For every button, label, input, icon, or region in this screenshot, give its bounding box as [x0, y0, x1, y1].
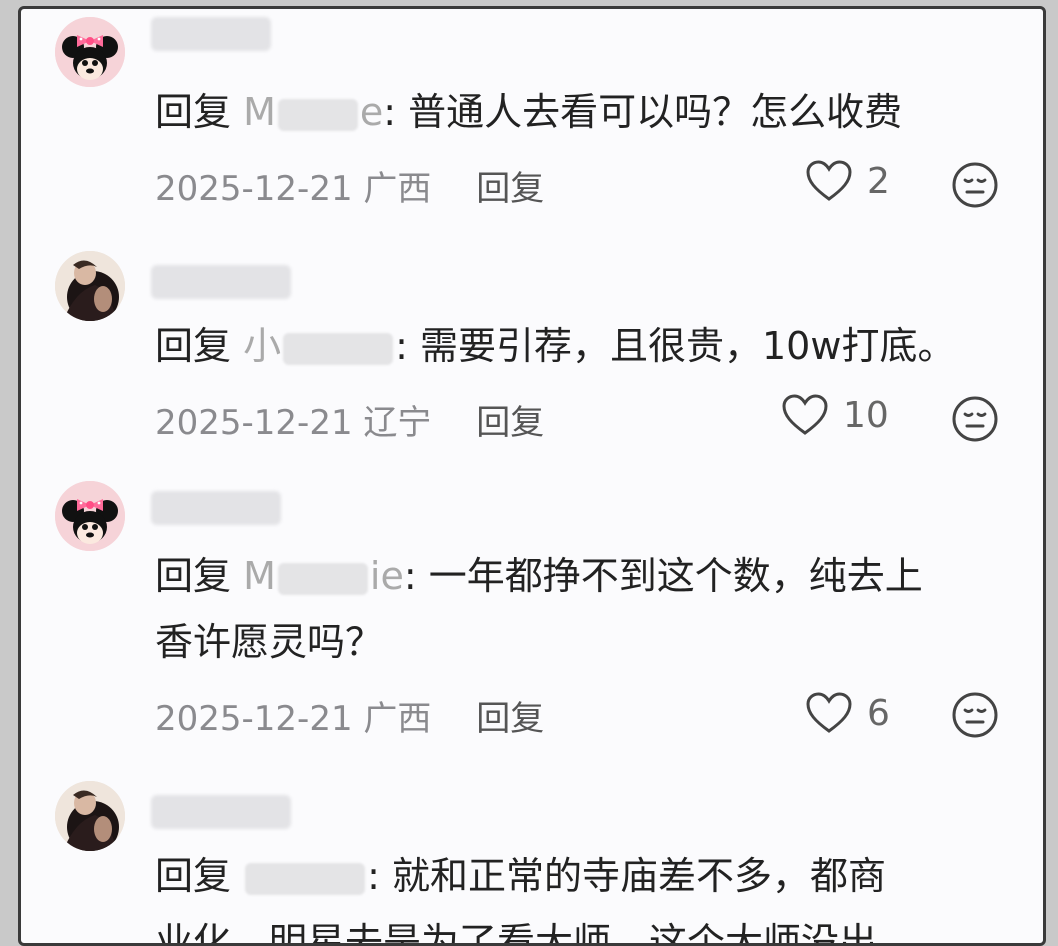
like-button[interactable]: 2 — [805, 159, 890, 203]
comment-body: 回复 : 就和正常的寺庙差不多，都商 业化，明星去是为了看大师，这个大师没出 — [155, 843, 1005, 946]
comment-body: 回复 小 : 需要引荐，且很贵，10w打底。 — [155, 313, 1005, 379]
comment-text-line2: 香许愿灵吗？ — [155, 620, 384, 664]
mention-start[interactable]: M — [243, 554, 276, 598]
comment-text-line2: 业化，明星去是为了看大师，这个大师没出 — [155, 920, 878, 946]
heart-outline-icon — [781, 393, 829, 437]
reply-prefix: 回复 — [155, 854, 232, 898]
mention-blurred[interactable] — [277, 98, 358, 131]
comment-text: : 普通人去看可以吗？怎么收费 — [383, 90, 903, 134]
comment-text-line1: : 一年都挣不到这个数，纯去上 — [403, 554, 923, 598]
comment-date: 2025-12-21 — [155, 403, 353, 443]
comment-body: 回复 Me: 普通人去看可以吗？怎么收费 — [155, 79, 1005, 145]
comment-meta: 2025-12-21 辽宁 回复 — [155, 395, 544, 444]
reply-button[interactable]: 回复 — [476, 699, 544, 739]
minnie-avatar[interactable] — [55, 17, 125, 87]
neutral-face-icon[interactable] — [951, 161, 999, 209]
comment-date: 2025-12-21 — [155, 699, 353, 739]
comment-text-line1: : 就和正常的寺庙差不多，都商 — [367, 854, 886, 898]
mention-end[interactable]: ie — [370, 554, 404, 598]
mention-start[interactable]: M — [243, 90, 276, 134]
comment-region: 辽宁 — [363, 403, 432, 443]
comment-body: 回复 Mie: 一年都挣不到这个数，纯去上 香许愿灵吗？ — [155, 543, 1005, 675]
username-blurred[interactable] — [151, 491, 281, 525]
reply-prefix: 回复 — [155, 554, 232, 598]
like-button[interactable]: 6 — [805, 691, 890, 735]
username-blurred[interactable] — [151, 17, 271, 51]
like-button[interactable]: 10 — [781, 393, 889, 437]
neutral-face-icon[interactable] — [951, 395, 999, 443]
mention-end[interactable]: e — [360, 90, 383, 134]
heart-outline-icon — [805, 691, 853, 735]
reply-prefix: 回复 — [155, 90, 232, 134]
comment-region: 广西 — [363, 169, 432, 209]
reply-prefix: 回复 — [155, 324, 232, 368]
neutral-face-icon[interactable] — [951, 691, 999, 739]
like-count: 6 — [867, 692, 890, 734]
comment-meta: 2025-12-21 广西 回复 — [155, 691, 544, 740]
like-count: 2 — [867, 160, 890, 202]
mention-blurred[interactable] — [245, 862, 366, 895]
reply-button[interactable]: 回复 — [476, 403, 544, 443]
woman-avatar[interactable] — [55, 781, 125, 851]
username-blurred[interactable] — [151, 795, 291, 829]
comment-region: 广西 — [363, 699, 432, 739]
username-blurred[interactable] — [151, 265, 291, 299]
woman-avatar[interactable] — [55, 251, 125, 321]
heart-outline-icon — [805, 159, 853, 203]
reply-button[interactable]: 回复 — [476, 169, 544, 209]
mention-blurred[interactable] — [283, 332, 394, 365]
mention-start[interactable]: 小 — [243, 324, 281, 368]
like-count: 10 — [843, 394, 889, 436]
minnie-avatar[interactable] — [55, 481, 125, 551]
comment-thread-panel: 回复 Me: 普通人去看可以吗？怎么收费 2025-12-21 广西 回复 2 … — [18, 6, 1046, 946]
mention-blurred[interactable] — [277, 562, 368, 595]
comment-text: : 需要引荐，且很贵，10w打底。 — [395, 324, 956, 368]
comment-meta: 2025-12-21 广西 回复 — [155, 161, 544, 210]
comment-date: 2025-12-21 — [155, 169, 353, 209]
